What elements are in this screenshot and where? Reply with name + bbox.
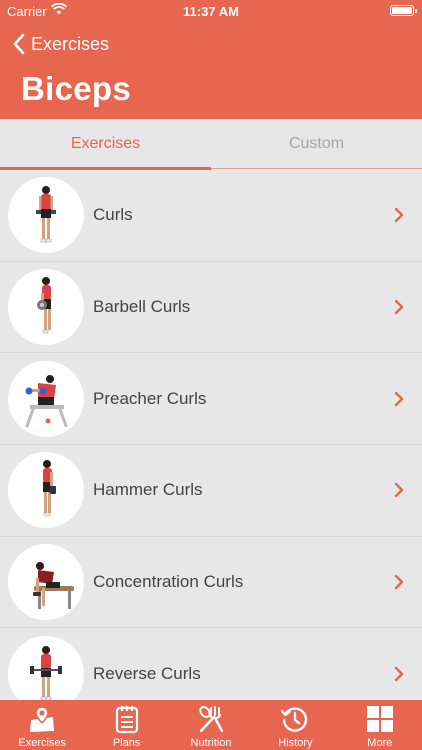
back-button-label: Exercises bbox=[31, 33, 110, 54]
tabbar-label: Exercises bbox=[18, 737, 67, 749]
dumbbell-map-icon bbox=[30, 706, 55, 732]
exercise-name: Barbell Curls bbox=[93, 297, 191, 317]
chevron-right-icon bbox=[394, 299, 404, 315]
barbell-curl-figure bbox=[8, 269, 84, 346]
list-item[interactable]: Concentration Curls bbox=[0, 537, 422, 629]
exercise-name: Curls bbox=[93, 205, 133, 225]
battery-icon bbox=[390, 5, 417, 16]
preacher-curl-figure bbox=[8, 360, 84, 437]
tabbar-item-history[interactable]: History bbox=[253, 700, 337, 750]
tabbar-item-more[interactable]: More bbox=[338, 700, 422, 750]
segmented-control: Exercises Custom bbox=[0, 119, 422, 170]
navigation-header: Carrier 11:37 AM Exercises Biceps bbox=[0, 0, 422, 119]
tab-custom[interactable]: Custom bbox=[211, 119, 422, 169]
grid-icon bbox=[366, 706, 393, 732]
tabbar-label: Nutrition bbox=[190, 737, 232, 749]
tabbar-label: History bbox=[278, 737, 313, 749]
exercise-name: Hammer Curls bbox=[93, 480, 203, 500]
tabbar-item-plans[interactable]: Plans bbox=[84, 700, 168, 750]
list-item[interactable]: Hammer Curls bbox=[0, 445, 422, 537]
chevron-right-icon bbox=[394, 208, 404, 223]
hammer-curl-figure bbox=[8, 452, 84, 529]
reverse-curl-figure bbox=[8, 635, 84, 700]
tabbar-label: More bbox=[367, 737, 393, 749]
clock-history-icon bbox=[281, 707, 308, 732]
exercise-name: Concentration Curls bbox=[93, 572, 244, 592]
chevron-left-icon bbox=[13, 33, 25, 55]
list-item[interactable]: Barbell Curls bbox=[0, 262, 422, 354]
page-title: Biceps bbox=[21, 70, 132, 107]
bottom-tab-bar: Exercises Plans Nutrition History More bbox=[0, 700, 422, 750]
chevron-right-icon bbox=[394, 483, 404, 498]
exercise-name: Reverse Curls bbox=[93, 663, 201, 683]
status-bar: Carrier 11:37 AM bbox=[0, 0, 422, 22]
chevron-right-icon bbox=[394, 574, 404, 590]
standing-curl-figure bbox=[8, 177, 84, 254]
fork-spoon-icon bbox=[199, 706, 224, 733]
tabbar-label: Plans bbox=[112, 737, 141, 749]
chevron-right-icon bbox=[394, 666, 404, 681]
back-button[interactable]: Exercises bbox=[12, 32, 109, 56]
list-item[interactable]: Reverse Curls bbox=[0, 628, 422, 700]
tabbar-item-nutrition[interactable]: Nutrition bbox=[169, 700, 253, 750]
tab-exercises[interactable]: Exercises bbox=[0, 119, 211, 170]
list-item[interactable]: Curls bbox=[0, 170, 422, 262]
concentration-curl-figure bbox=[8, 544, 84, 621]
chevron-right-icon bbox=[394, 391, 404, 406]
exercise-name: Preacher Curls bbox=[93, 388, 207, 408]
tabbar-item-exercises[interactable]: Exercises bbox=[0, 700, 84, 750]
exercise-list: Curls Barbell Curls Preacher Curls Hamme… bbox=[0, 170, 422, 700]
notepad-icon bbox=[115, 706, 138, 734]
list-item[interactable]: Preacher Curls bbox=[0, 353, 422, 446]
status-time: 11:37 AM bbox=[183, 4, 239, 19]
